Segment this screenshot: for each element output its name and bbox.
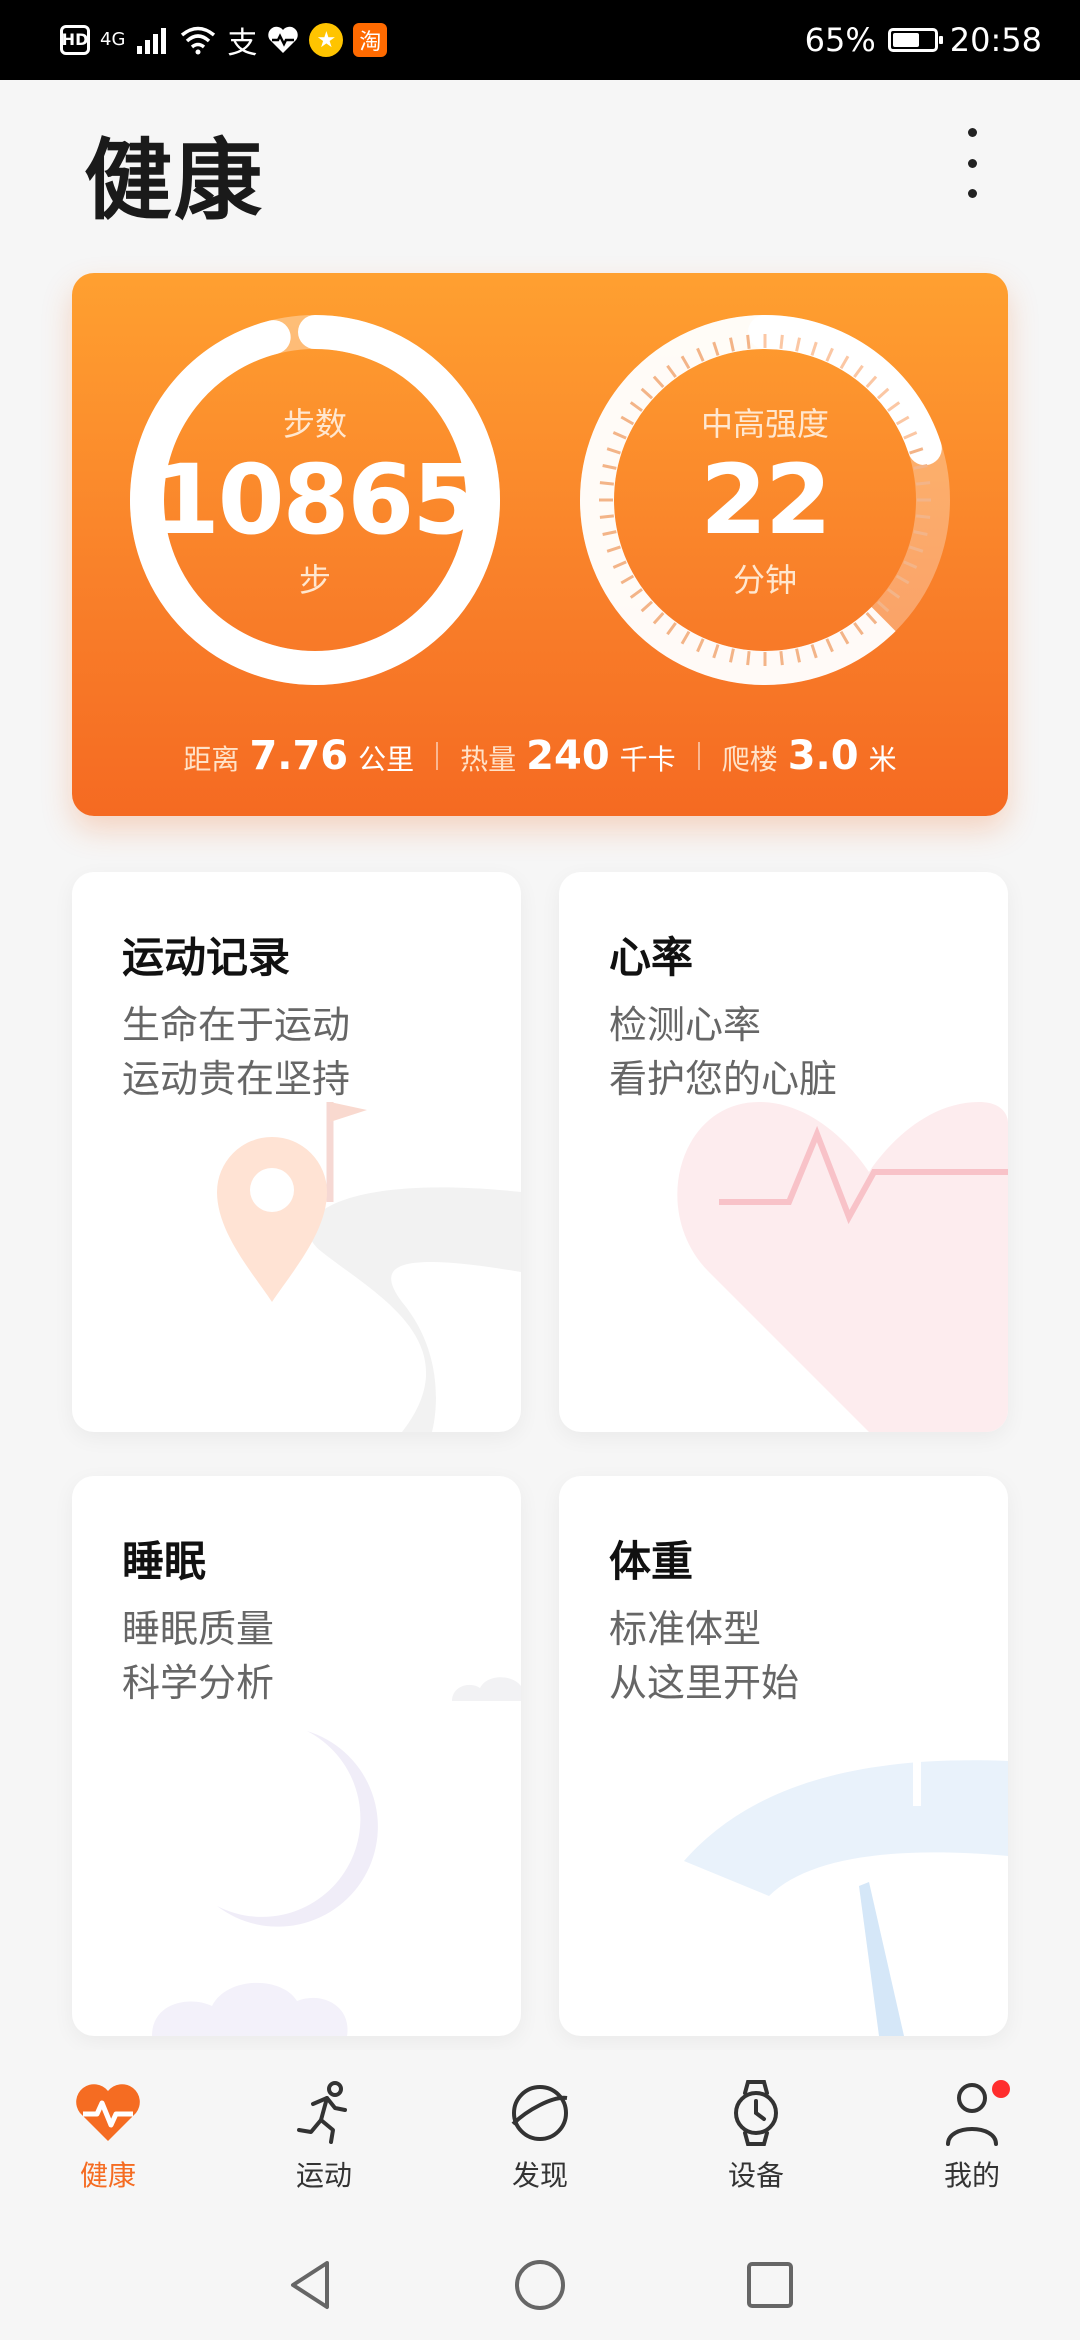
card-subtitle: 标准体型 [609,1607,762,1651]
weight-card[interactable]: 体重 标准体型 从这里开始 [559,1476,1008,2036]
intensity-unit: 分钟 [732,561,797,599]
nav-tab-health[interactable]: 健康 [0,2050,216,2230]
card-subtitle: 从这里开始 [609,1661,800,1705]
card-title: 体重 [609,1537,694,1586]
nav-label: 设备 [727,2159,784,2192]
intensity-value: 22 [700,444,832,556]
card-title: 睡眠 [122,1537,207,1586]
card-subtitle: 检测心率 [609,1003,762,1047]
stat-divider [436,742,439,770]
more-options-button[interactable] [948,128,996,198]
distance-label: 距离 [183,743,240,776]
nav-tab-profile[interactable]: 我的 [864,2050,1080,2230]
nav-tab-devices[interactable]: 设备 [648,2050,864,2230]
calories-label: 热量 [460,743,517,776]
network-type-label: 4G [100,29,126,50]
nav-label: 发现 [511,2159,568,2192]
signal-icon [135,26,169,54]
battery-icon [887,28,943,52]
notification-badge [992,2080,1010,2098]
battery-percent: 65% [804,21,876,59]
climb-value: 3.0 [787,733,859,779]
bottom-navigation: 健康 运动 发现 设备 我的 [0,2050,1080,2230]
climb-label: 爬楼 [721,743,778,776]
home-circle-icon [515,2260,565,2310]
health-heart-icon [267,25,299,55]
card-subtitle: 运动贵在坚持 [122,1057,351,1101]
recents-square-icon [747,2262,793,2308]
discover-planet-icon [505,2078,575,2148]
health-heart-icon [73,2078,143,2148]
steps-label: 步数 [282,405,347,443]
card-subtitle: 看护您的心脏 [609,1057,838,1101]
steps-value: 10865 [153,444,479,556]
status-icons-left: HD 4G 支 ★ 淘 [60,18,388,62]
steps-unit: 步 [298,561,331,599]
recents-button[interactable] [740,2255,800,2315]
intensity-ring[interactable]: 中高强度 22 分钟 [580,315,950,685]
status-bar: HD 4G 支 ★ 淘 65% 20:58 [0,0,1080,80]
distance-value: 7.76 [249,733,349,779]
alipay-icon: 支 [227,26,258,61]
activity-summary-card[interactable]: 步数 10865 步 中高强度 22 分钟 距离 7.76 公里 热量 240 … [72,273,1008,816]
hd-icon: HD [60,25,90,55]
more-dot-icon [967,189,977,198]
climb-stat: 爬楼 3.0 米 [722,733,897,779]
card-subtitle: 睡眠质量 [122,1607,275,1651]
card-title: 心率 [609,933,694,982]
home-button[interactable] [510,2255,570,2315]
calories-value: 240 [526,733,610,779]
card-subtitle: 科学分析 [122,1661,275,1705]
taobao-icon: 淘 [353,23,388,57]
status-icons-right: 65% 20:58 [805,21,1042,59]
exercise-records-card[interactable]: 运动记录 生命在于运动 运动贵在坚持 [72,872,521,1432]
calories-unit: 千卡 [619,743,676,776]
nav-label: 我的 [943,2159,1000,2192]
watch-icon [721,2078,791,2148]
nav-tab-discover[interactable]: 发现 [432,2050,648,2230]
stat-divider [697,742,700,770]
heart-rate-card[interactable]: 心率 检测心率 看护您的心脏 [559,872,1008,1432]
calories-stat: 热量 240 千卡 [460,733,676,779]
nav-label: 健康 [79,2159,136,2192]
more-dot-icon [967,158,977,168]
daily-stats-row: 距离 7.76 公里 热量 240 千卡 爬楼 3.0 米 [72,733,1008,779]
card-title: 运动记录 [122,933,291,982]
climb-unit: 米 [868,743,897,776]
sleep-card[interactable]: 睡眠 睡眠质量 科学分析 [72,1476,521,2036]
system-navigation-bar [0,2230,1080,2340]
nav-label: 运动 [295,2159,352,2192]
back-triangle-icon [291,2261,329,2309]
nav-tab-exercise[interactable]: 运动 [216,2050,432,2230]
back-button[interactable] [280,2255,340,2315]
steps-ring[interactable]: 步数 10865 步 [130,315,500,685]
page-title: 健康 [84,129,265,232]
intensity-label: 中高强度 [700,405,829,443]
star-app-icon: ★ [309,23,344,57]
card-subtitle: 生命在于运动 [122,1003,351,1047]
running-icon [289,2078,359,2148]
more-dot-icon [967,128,977,137]
distance-stat: 距离 7.76 公里 [183,733,414,779]
clock: 20:58 [949,21,1042,59]
wifi-icon [179,25,217,55]
distance-unit: 公里 [358,743,415,776]
